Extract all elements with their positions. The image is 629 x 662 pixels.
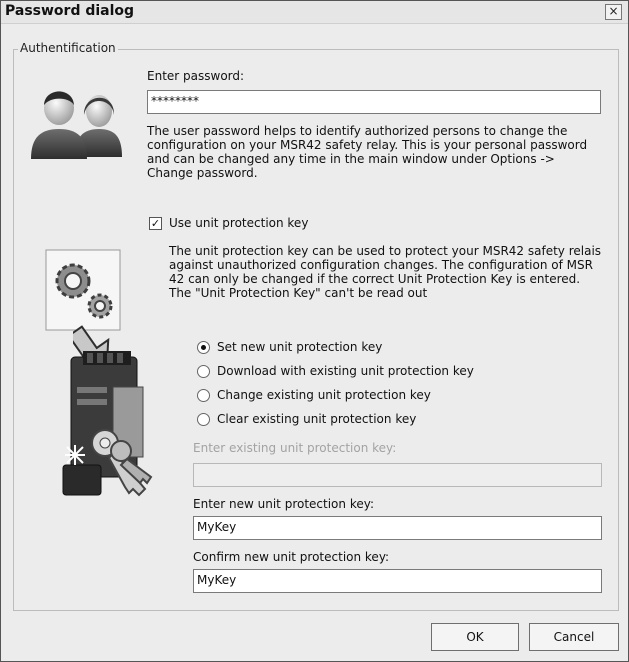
radio-label-set-new-key[interactable]: Set new unit protection key [217, 340, 382, 354]
close-button[interactable]: × [605, 4, 622, 20]
existing-key-field[interactable] [193, 463, 602, 487]
radio-change-existing-key[interactable] [197, 389, 210, 402]
cancel-button[interactable]: Cancel [529, 623, 619, 651]
window-title: Password dialog [5, 3, 135, 19]
radio-label-download-existing-key[interactable]: Download with existing unit protection k… [217, 364, 474, 378]
radio-clear-existing-key[interactable] [197, 413, 210, 426]
gears-icon [45, 249, 121, 331]
protection-description: The unit protection key can be used to p… [169, 244, 602, 300]
close-icon: × [608, 4, 619, 18]
radio-set-new-key[interactable] [197, 341, 210, 354]
use-protection-label[interactable]: Use unit protection key [169, 216, 308, 230]
confirm-key-field[interactable]: MyKey [193, 569, 602, 593]
existing-key-label: Enter existing unit protection key: [193, 441, 397, 455]
password-label: Enter password: [147, 69, 245, 83]
confirm-key-label: Confirm new unit protection key: [193, 550, 390, 564]
new-key-label: Enter new unit protection key: [193, 497, 374, 511]
group-label: Authentification [18, 41, 118, 55]
title-bar[interactable]: Password dialog × [1, 1, 628, 24]
users-icon [31, 91, 122, 159]
new-key-field[interactable]: MyKey [193, 516, 602, 540]
radio-label-change-existing-key[interactable]: Change existing unit protection key [217, 388, 431, 402]
password-field[interactable]: ******** [147, 90, 601, 114]
password-dialog: Password dialog × Authentification Enter… [0, 0, 629, 662]
radio-label-clear-existing-key[interactable]: Clear existing unit protection key [217, 412, 416, 426]
password-help-text: The user password helps to identify auth… [147, 124, 588, 180]
use-protection-checkbox[interactable]: ✓ [149, 217, 162, 230]
ok-button[interactable]: OK [431, 623, 519, 651]
keys-icon [91, 429, 153, 497]
radio-download-existing-key[interactable] [197, 365, 210, 378]
